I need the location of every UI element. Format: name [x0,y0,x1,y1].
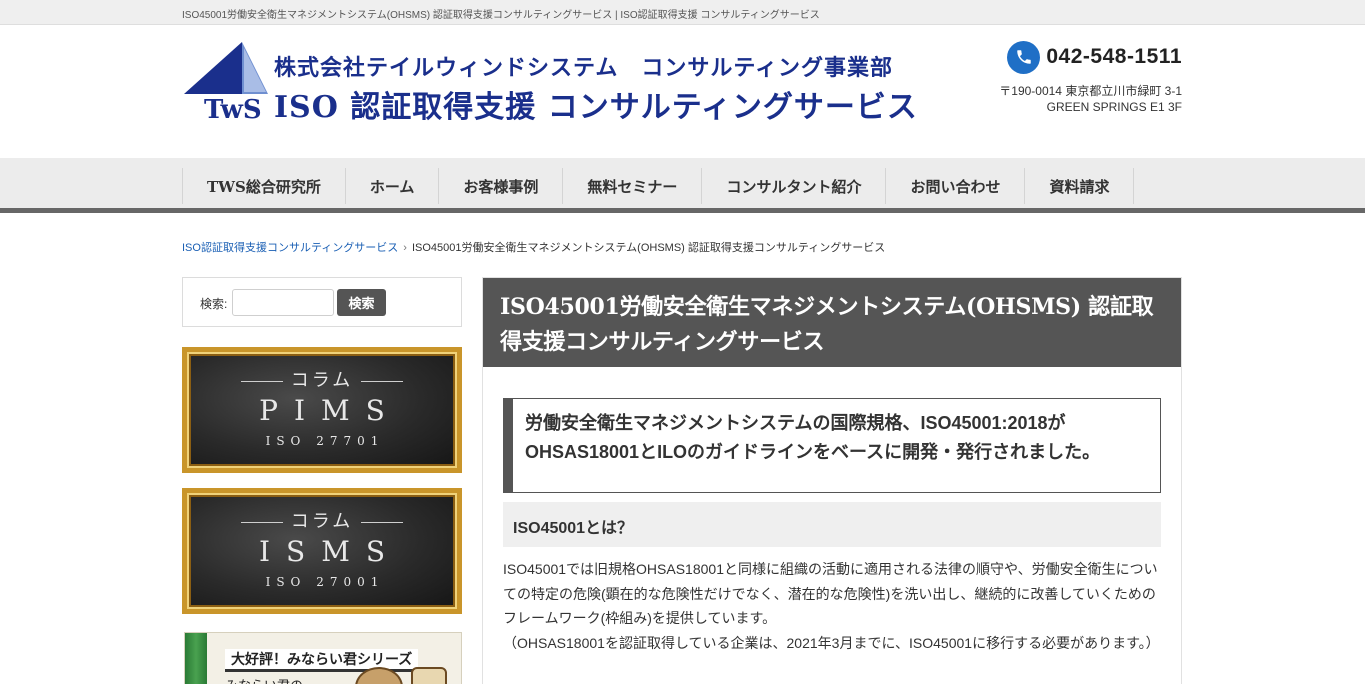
page-title: ISO45001労働安全衛生マネジメントシステム(OHSMS) 認証取得支援コン… [483,278,1181,367]
sidebar-search: 検索: 検索 [182,277,462,327]
site-header: TwS 株式会社テイルウィンドシステム コンサルティング事業部 ISO 認証取得… [0,25,1365,158]
nav-items: TWS総合研究所 ホーム お客様事例 無料セミナー コンサルタント紹介 お問い合… [182,168,1135,204]
paragraph-2: （OHSAS18001を認証取得している企業は、2021年3月までに、ISO45… [503,634,1160,651]
main-content: ISO45001労働安全衛生マネジメントシステム(OHSMS) 認証取得支援コン… [482,277,1182,684]
column-banner-pims[interactable]: コラム PIMS ISO 27701 [182,347,462,473]
breadcrumb-current: ISO45001労働安全衛生マネジメントシステム(OHSMS) 認証取得支援コン… [411,242,886,254]
nav-item-tws-institute[interactable]: TWS総合研究所 [183,168,346,204]
main-nav: TWS総合研究所 ホーム お客様事例 無料セミナー コンサルタント紹介 お問い合… [0,158,1365,213]
banner-main-text: ISMS [258,535,402,568]
breadcrumb: ISO認証取得支援コンサルティングサービス › ISO45001労働安全衛生マネジメ… [182,239,885,255]
top-bar: ISO45001労働安全衛生マネジメントシステム(OHSMS) 認証取得支援コン… [0,0,1365,25]
paragraph-1: ISO45001では旧規格OHSAS18001と同様に組織の活動に適用される法律… [503,561,1158,626]
banner3-subtitle: みならい君の [225,675,303,684]
banner-sub-text: ISO 27001 [265,575,385,589]
search-input[interactable] [232,289,334,316]
minarai-series-banner[interactable]: 大好評！みならい君シリーズ みならい君の [184,632,462,684]
service-name: ISO 認証取得支援 コンサルティングサービス [274,90,918,125]
banner-column-label: コラム [187,507,457,533]
banner-column-label: コラム [187,366,457,392]
phone-number[interactable]: 042-548-1511 [1046,45,1182,69]
body-text: ISO45001では旧規格OHSAS18001と同様に組織の活動に適用される法律… [503,557,1163,655]
nav-item-home[interactable]: ホーム [346,168,440,204]
address-line-1: 〒190-0014 東京都立川市緑町 3-1 [999,84,1182,98]
nav-item-consultants[interactable]: コンサルタント紹介 [702,168,887,204]
contact-info: 042-548-1511 〒190-0014 東京都立川市緑町 3-1 GREE… [942,40,1182,114]
mascot-sign-icon [411,667,447,684]
search-button[interactable]: 検索 [337,289,386,316]
site-logo[interactable]: TwS 株式会社テイルウィンドシステム コンサルティング事業部 ISO 認証取得… [182,42,942,125]
banner-pole [185,633,207,684]
logo-mark-text: TwS [204,95,262,122]
nav-item-request-docs[interactable]: 資料請求 [1025,168,1135,204]
nav-item-free-seminar[interactable]: 無料セミナー [563,168,703,204]
lead-box: 労働安全衛生マネジメントシステムの国際規格、ISO45001:2018がOHSA… [503,398,1161,493]
nav-item-case-studies[interactable]: お客様事例 [439,168,564,204]
company-name: 株式会社テイルウィンドシステム コンサルティング事業部 [274,55,894,81]
search-label: 検索: [200,297,228,311]
breadcrumb-home-link[interactable]: ISO認証取得支援コンサルティングサービス [182,242,398,254]
site-tagline: ISO45001労働安全衛生マネジメントシステム(OHSMS) 認証取得支援コン… [182,10,820,21]
section-heading: ISO45001とは？ [503,502,1161,547]
column-banner-isms[interactable]: コラム ISMS ISO 27001 [182,488,462,614]
breadcrumb-separator: › [403,242,407,254]
tws-logo-icon: TwS [184,42,268,122]
phone-row[interactable]: 042-548-1511 [1007,40,1182,74]
nav-item-contact[interactable]: お問い合わせ [886,168,1026,204]
address-line-2: GREEN SPRINGS E1 3F [1046,100,1182,114]
banner-sub-text: ISO 27701 [265,434,385,448]
phone-icon [1007,40,1041,74]
banner-main-text: PIMS [259,394,401,427]
